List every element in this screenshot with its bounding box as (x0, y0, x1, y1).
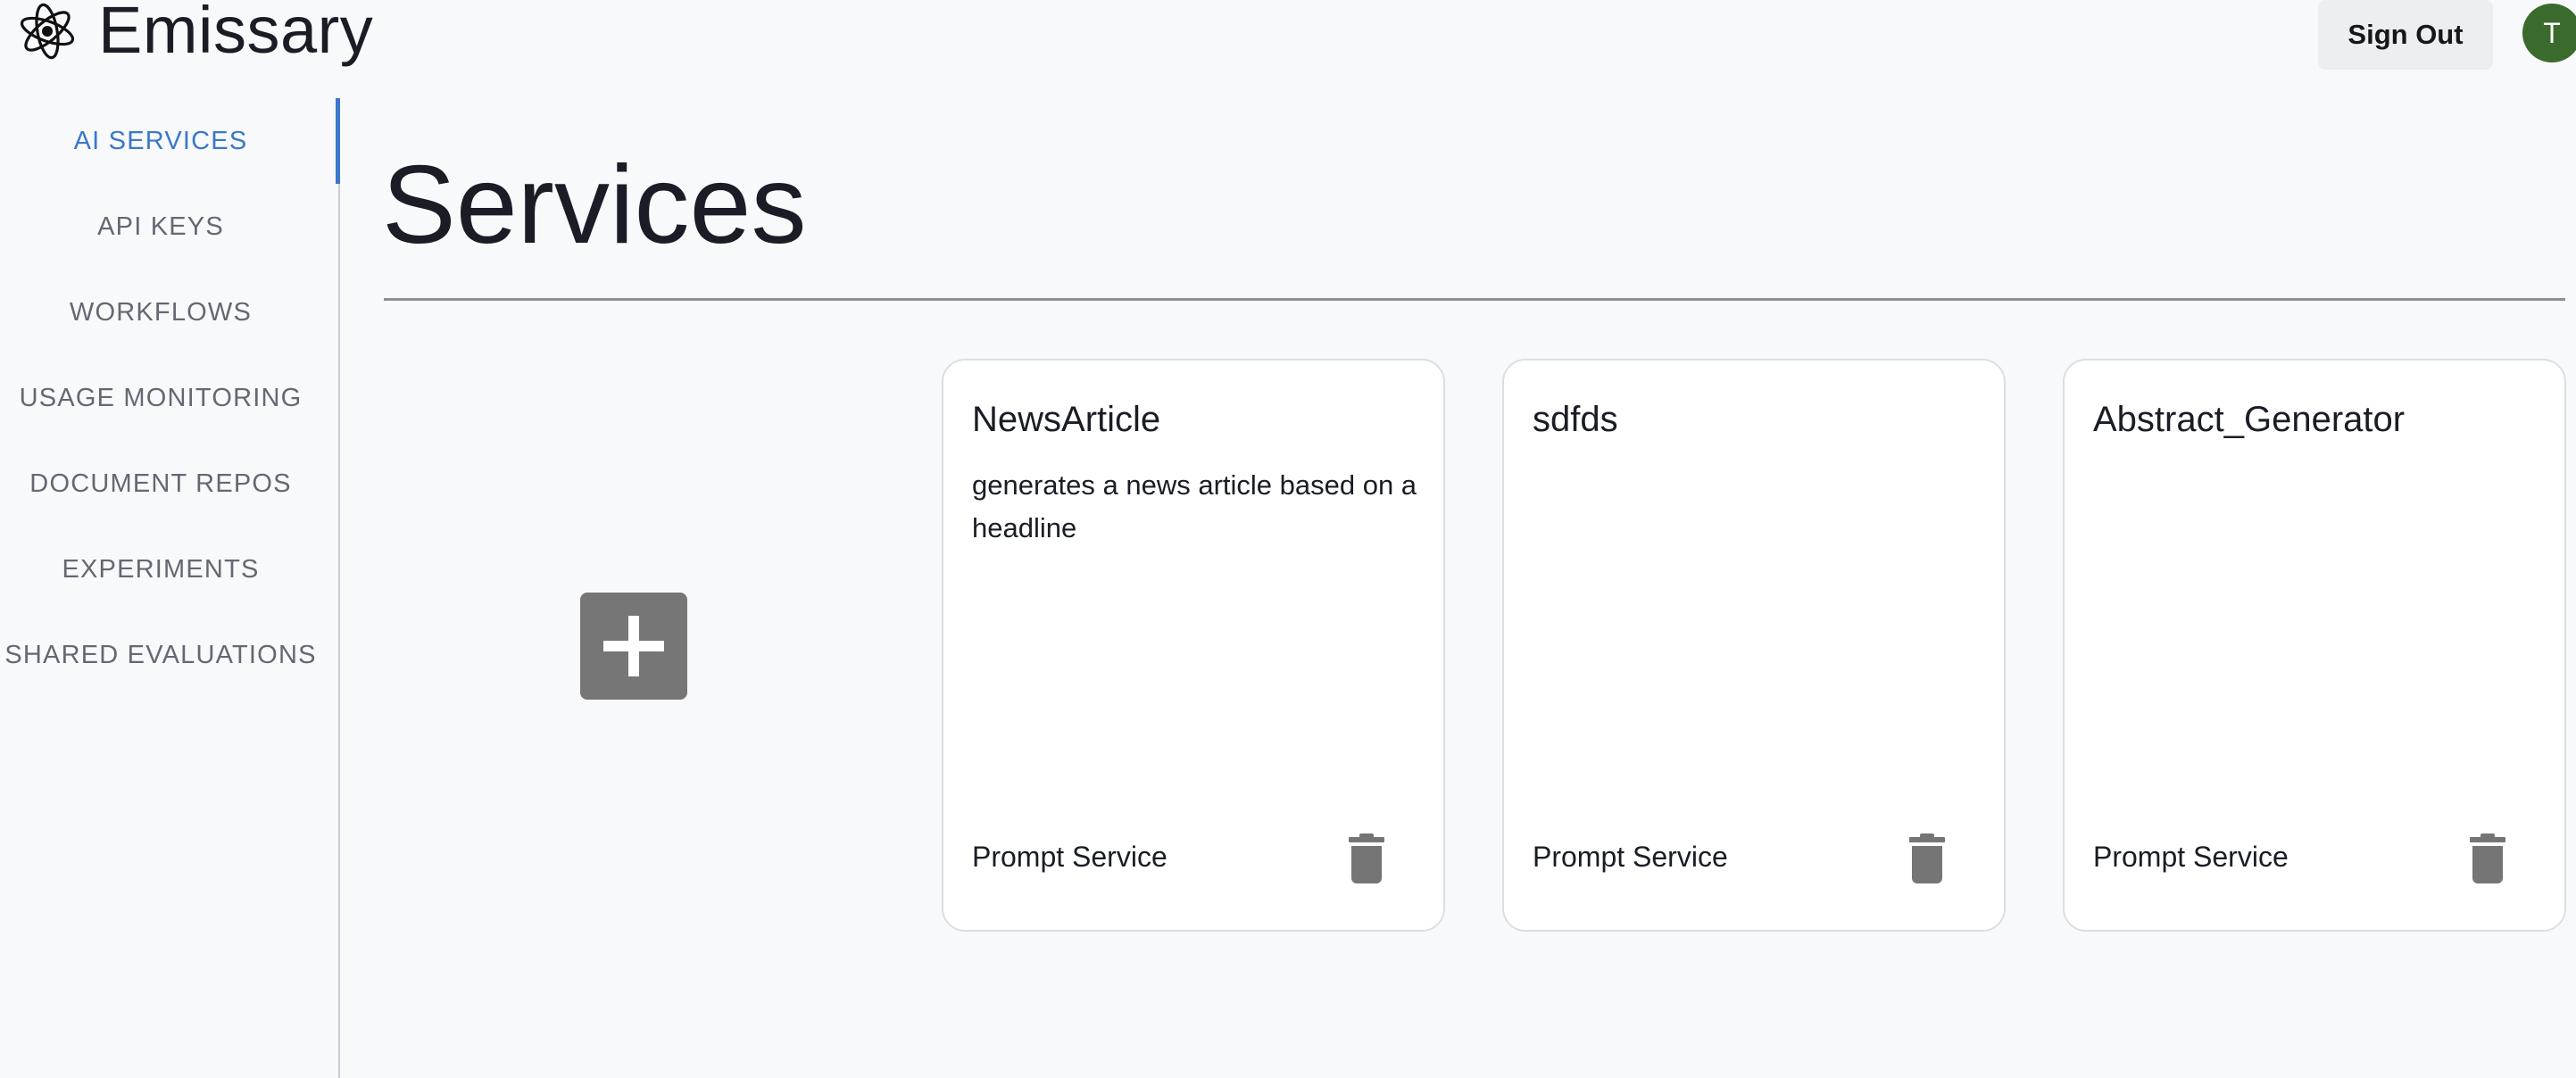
plus-icon (603, 616, 664, 676)
sidebar-item-usage-monitoring[interactable]: USAGE MONITORING (0, 355, 321, 441)
sidebar-item-ai-services[interactable]: AI SERVICES (0, 98, 321, 184)
top-header: Emissary Sign Out T (0, 0, 2576, 89)
service-card-sdfds[interactable]: sdfds Prompt Service (1502, 359, 2006, 932)
emissary-logo-icon (20, 3, 75, 60)
sidebar-divider (338, 98, 340, 1078)
app-title: Emissary (98, 0, 374, 67)
card-title: sdfds (1533, 400, 1618, 439)
card-description: generates a news article based on a head… (972, 469, 1417, 543)
card-title: Abstract_Generator (2093, 400, 2406, 439)
card-service-type: Prompt Service (1533, 841, 1728, 873)
service-card-newsarticle[interactable]: NewsArticle generates a news article bas… (942, 359, 1445, 932)
title-divider (384, 298, 2565, 301)
sidebar-item-experiments[interactable]: EXPERIMENTS (0, 527, 321, 612)
sidebar-item-workflows[interactable]: WORKFLOWS (0, 270, 321, 355)
trash-icon[interactable] (1907, 833, 1947, 883)
active-nav-indicator (336, 98, 340, 184)
service-card-abstract-generator[interactable]: Abstract_Generator Prompt Service (2063, 359, 2566, 932)
sign-out-button[interactable]: Sign Out (2318, 0, 2493, 70)
card-service-type: Prompt Service (972, 841, 1168, 873)
page-title: Services (382, 144, 807, 267)
trash-icon[interactable] (2468, 833, 2507, 883)
sidebar-nav: AI SERVICES API KEYS WORKFLOWS USAGE MON… (0, 98, 339, 1078)
sidebar-item-shared-evaluations[interactable]: SHARED EVALUATIONS (0, 612, 321, 698)
card-service-type: Prompt Service (2093, 841, 2289, 873)
add-service-button[interactable] (580, 593, 687, 700)
trash-icon[interactable] (1347, 833, 1386, 883)
avatar[interactable]: T (2522, 4, 2576, 62)
sidebar-item-document-repos[interactable]: DOCUMENT REPOS (0, 441, 321, 527)
sidebar-item-api-keys[interactable]: API KEYS (0, 184, 321, 270)
card-title: NewsArticle (972, 400, 1161, 439)
